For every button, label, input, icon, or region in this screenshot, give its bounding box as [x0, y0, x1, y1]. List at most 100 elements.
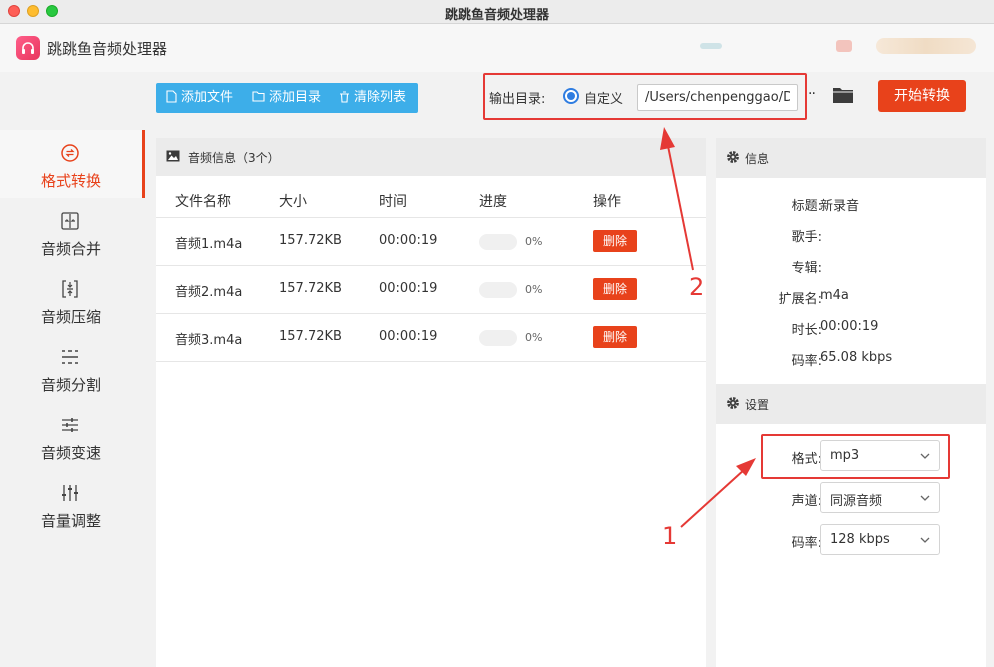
delete-button[interactable]: 删除: [593, 278, 637, 300]
column-header-action: 操作: [593, 194, 621, 210]
gear-icon: [727, 151, 739, 163]
format-highlight-box: [761, 434, 950, 479]
add-file-button[interactable]: 添加文件: [166, 83, 233, 113]
delete-button[interactable]: 删除: [593, 230, 637, 252]
more-options-button[interactable]: ··: [808, 86, 816, 102]
sidebar-item-label: 音频分割: [40, 376, 101, 394]
file-list-panel: 音频信息（3个） 文件名称 大小 时间 进度 操作 音频1.m4a 157.72…: [156, 138, 706, 667]
progress-percent: 0%: [525, 235, 543, 248]
progress-percent: 0%: [525, 283, 543, 296]
annotation-number-2: 2: [689, 273, 705, 301]
bitrate-select-value: 128 kbps: [830, 532, 890, 547]
output-dir-label: 输出目录:: [489, 92, 546, 107]
channel-select[interactable]: 同源音频: [820, 482, 940, 513]
app-header: 跳跳鱼音频处理器: [0, 24, 994, 72]
column-header-progress: 进度: [479, 194, 507, 210]
settings-title: 设置: [745, 398, 770, 412]
merge-icon: [61, 212, 79, 230]
file-duration: 00:00:19: [379, 281, 438, 296]
format-convert-icon: [61, 144, 79, 162]
sidebar-item-label: 音频变速: [40, 444, 101, 462]
trash-icon: [340, 90, 349, 103]
gear-icon: [727, 397, 739, 409]
clear-list-label: 清除列表: [354, 90, 407, 105]
info-bitrate-value: 65.08 kbps: [820, 350, 893, 365]
file-duration: 00:00:19: [379, 329, 438, 344]
info-album-label: 专辑:: [791, 261, 822, 276]
progress-bar: [479, 330, 517, 346]
file-list-header: 音频信息（3个）: [156, 138, 706, 176]
file-toolbar: 添加文件 添加目录 清除列表: [156, 83, 418, 113]
info-header: 信息: [716, 138, 986, 178]
table-row: 音频2.m4a 157.72KB 00:00:19 0% 删除: [156, 266, 706, 314]
delete-button[interactable]: 删除: [593, 326, 637, 348]
channel-label: 声道:: [791, 494, 822, 509]
image-icon: [166, 150, 180, 162]
add-directory-label: 添加目录: [269, 90, 322, 105]
file-list-title: 音频信息（3个）: [188, 151, 280, 165]
file-duration: 00:00:19: [379, 233, 438, 248]
window-title: 跳跳鱼音频处理器: [444, 8, 549, 23]
sidebar-item-audio-compress[interactable]: 音频压缩: [0, 266, 145, 334]
app-name: 跳跳鱼音频处理器: [47, 40, 168, 58]
progress-bar: [479, 234, 517, 250]
volume-icon: [62, 485, 78, 501]
info-bitrate-label: 码率:: [791, 354, 822, 369]
output-path-input[interactable]: [637, 84, 798, 111]
file-name: 音频1.m4a: [175, 237, 243, 252]
column-header-filename: 文件名称: [175, 194, 231, 210]
table-row: 音频3.m4a 157.72KB 00:00:19 0% 删除: [156, 314, 706, 362]
header-blurred-element: [836, 40, 852, 52]
info-extension-value: m4a: [820, 288, 849, 303]
annotation-number-1: 1: [662, 522, 678, 550]
speed-icon: [62, 418, 78, 432]
info-artist-label: 歌手:: [791, 230, 822, 245]
progress-bar: [479, 282, 517, 298]
sidebar-item-volume-adjust[interactable]: 音量调整: [0, 470, 145, 538]
sidebar-item-label: 音量调整: [40, 512, 101, 530]
properties-panel: 信息 标题: 新录音 歌手: 专辑: 扩展名: m4a 时长: 00:00:19…: [716, 138, 986, 667]
info-title-value: 新录音: [820, 199, 860, 214]
bitrate-label: 码率:: [791, 536, 822, 551]
file-size: 157.72KB: [279, 329, 342, 344]
bitrate-select[interactable]: 128 kbps: [820, 524, 940, 555]
app-logo: [16, 36, 40, 60]
column-header-size: 大小: [279, 194, 307, 210]
progress-percent: 0%: [525, 331, 543, 344]
window-titlebar: 跳跳鱼音频处理器: [0, 0, 994, 24]
clear-list-button[interactable]: 清除列表: [339, 83, 406, 113]
settings-header: 设置: [716, 384, 986, 424]
sidebar-item-audio-split[interactable]: 音频分割: [0, 334, 145, 402]
info-title: 信息: [745, 152, 770, 166]
file-icon: [166, 90, 177, 103]
split-icon: [62, 350, 78, 364]
sidebar-item-label: 格式转换: [40, 172, 101, 190]
column-header-time: 时间: [379, 194, 407, 210]
add-directory-button[interactable]: 添加目录: [252, 83, 321, 113]
headphones-icon: [22, 42, 34, 54]
add-file-label: 添加文件: [181, 90, 234, 105]
sidebar-item-audio-speed[interactable]: 音频变速: [0, 402, 145, 470]
folder-icon[interactable]: [832, 86, 854, 104]
sidebar-item-label: 音频压缩: [40, 308, 101, 326]
sidebar-item-format-convert[interactable]: 格式转换: [0, 130, 145, 198]
chevron-down-icon: [920, 537, 930, 543]
sidebar: 格式转换 音频合并 音频压缩 音频分割 音频变速 音量调整: [0, 72, 145, 667]
info-duration-label: 时长:: [791, 323, 822, 338]
info-duration-value: 00:00:19: [820, 319, 879, 334]
info-title-label: 标题:: [791, 199, 822, 214]
custom-dir-radio-label[interactable]: 自定义: [584, 88, 623, 107]
header-blurred-element: [876, 38, 976, 54]
table-divider: [156, 361, 706, 362]
sidebar-item-audio-merge[interactable]: 音频合并: [0, 198, 145, 266]
chevron-down-icon: [920, 495, 930, 501]
info-extension-label: 扩展名:: [778, 292, 822, 307]
folder-outline-icon: [252, 91, 265, 102]
file-size: 157.72KB: [279, 281, 342, 296]
custom-dir-radio[interactable]: [563, 88, 579, 104]
table-row: 音频1.m4a 157.72KB 00:00:19 0% 删除: [156, 218, 706, 266]
header-blurred-element: [700, 43, 722, 49]
channel-select-value: 同源音频: [830, 494, 883, 509]
compress-icon: [62, 280, 78, 298]
start-convert-button[interactable]: 开始转换: [878, 80, 966, 112]
